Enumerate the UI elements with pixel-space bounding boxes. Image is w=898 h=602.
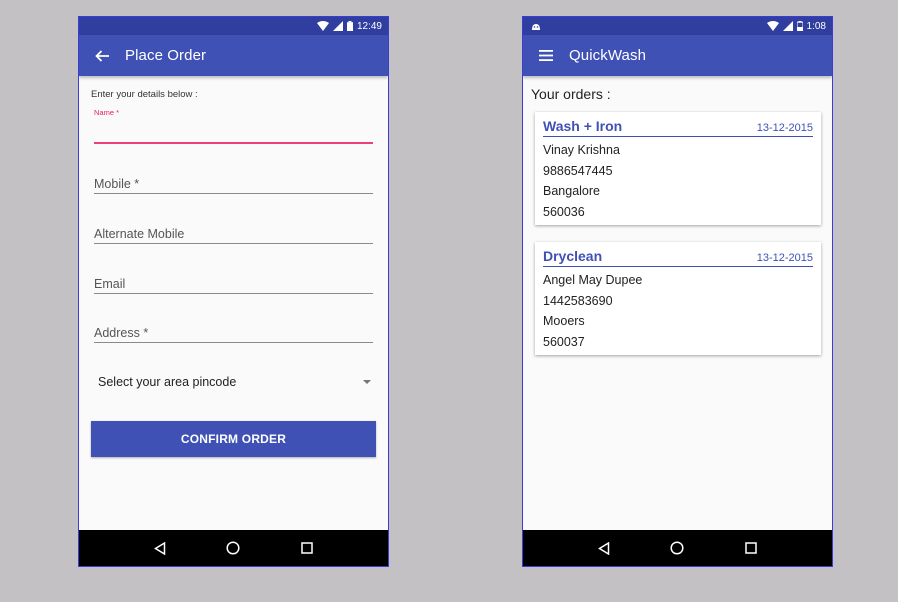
email-label: Email: [94, 277, 126, 291]
square-recents-icon[interactable]: [297, 538, 317, 558]
circle-home-icon[interactable]: [667, 538, 687, 558]
address-field[interactable]: Address *: [94, 321, 373, 343]
order-customer-name: Angel May Dupee: [543, 273, 643, 287]
triangle-back-icon[interactable]: [594, 538, 614, 558]
order-pincode: 560036: [543, 204, 585, 219]
pincode-select-label: Select your area pincode: [98, 375, 237, 389]
confirm-order-button[interactable]: CONFIRM ORDER: [91, 421, 376, 457]
email-underline: [94, 293, 373, 294]
order-service: Dryclean: [543, 248, 603, 264]
signal-icon: [332, 21, 343, 31]
order-customer-name: Vinay Krishna: [543, 143, 620, 157]
status-bar: 12:49: [79, 17, 388, 35]
orders-screen: 1:08 QuickWash Your orders : Wash + Iron…: [522, 16, 833, 567]
alternate-mobile-label: Alternate Mobile: [94, 227, 185, 241]
battery-icon: [796, 21, 803, 31]
order-service: Wash + Iron: [543, 118, 623, 134]
square-recents-icon[interactable]: [741, 538, 761, 558]
pincode-select[interactable]: Select your area pincode: [98, 371, 373, 393]
order-phone: 9886547445: [543, 163, 613, 178]
battery-icon: [346, 21, 353, 31]
status-time: 12:49: [356, 20, 382, 32]
wifi-icon: [766, 21, 779, 31]
orders-heading: Your orders :: [531, 86, 611, 102]
system-nav-bar: [523, 530, 832, 566]
order-city: Mooers: [543, 314, 585, 328]
app-bar: Place Order: [79, 35, 388, 76]
orders-list: Your orders : Wash + Iron 13-12-2015 Vin…: [523, 76, 832, 547]
status-bar: 1:08: [523, 17, 832, 35]
order-date: 13-12-2015: [756, 252, 813, 264]
order-card[interactable]: Wash + Iron 13-12-2015 Vinay Krishna 988…: [535, 112, 821, 225]
wifi-icon: [316, 21, 329, 31]
order-phone: 1442583690: [543, 293, 613, 308]
arrow-left-icon[interactable]: [91, 45, 113, 67]
triangle-back-icon[interactable]: [150, 538, 170, 558]
alternate-mobile-underline: [94, 243, 373, 244]
order-card-header: Dryclean 13-12-2015: [543, 248, 813, 267]
email-field[interactable]: Email: [94, 272, 373, 294]
name-field[interactable]: Name *: [94, 108, 373, 144]
dropdown-arrow-icon: [363, 380, 371, 384]
address-label: Address *: [94, 326, 149, 340]
address-underline: [94, 342, 373, 343]
place-order-screen: 12:49 Place Order Enter your details bel…: [78, 16, 389, 567]
signal-icon: [782, 21, 793, 31]
alternate-mobile-field[interactable]: Alternate Mobile: [94, 222, 373, 244]
circle-home-icon[interactable]: [223, 538, 243, 558]
system-nav-bar: [79, 530, 388, 566]
status-time: 1:08: [806, 20, 826, 32]
app-bar: QuickWash: [523, 35, 832, 76]
name-floating-label: Name *: [94, 108, 120, 117]
android-notification-icon: [532, 23, 540, 30]
app-title: QuickWash: [569, 47, 647, 64]
mobile-label: Mobile *: [94, 177, 140, 191]
order-date: 13-12-2015: [756, 122, 813, 134]
page-title: Place Order: [125, 47, 207, 64]
mobile-underline: [94, 193, 373, 194]
order-card[interactable]: Dryclean 13-12-2015 Angel May Dupee 1442…: [535, 242, 821, 355]
form-intro: Enter your details below :: [91, 89, 198, 100]
hamburger-menu-icon[interactable]: [535, 45, 557, 67]
order-form: Enter your details below : Name * Mobile…: [79, 76, 388, 547]
order-card-header: Wash + Iron 13-12-2015: [543, 118, 813, 137]
mobile-field[interactable]: Mobile *: [94, 172, 373, 194]
order-pincode: 560037: [543, 334, 585, 349]
order-city: Bangalore: [543, 184, 600, 198]
name-underline: [94, 142, 373, 144]
